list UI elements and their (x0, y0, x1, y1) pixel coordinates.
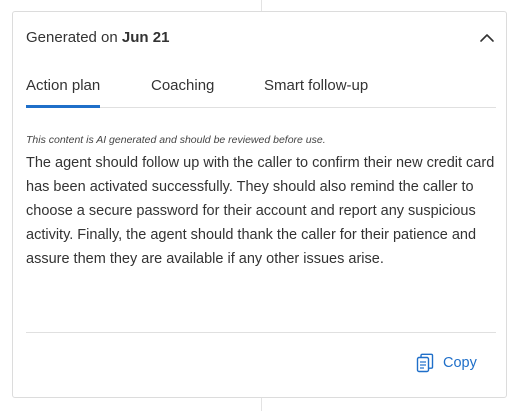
action-plan-text: The agent should follow up with the call… (26, 155, 495, 267)
footer-divider (26, 332, 496, 333)
ai-summary-card: Generated on Jun 21 Action plan Coaching… (12, 11, 507, 398)
tab-panel-action-plan: This content is AI generated and should … (26, 132, 496, 271)
generated-date: Jun 21 (121, 29, 170, 46)
collapse-button[interactable] (477, 28, 497, 46)
card-header: Generated on Jun 21 (13, 12, 506, 62)
generated-on-text: Generated on Jun 21 (26, 28, 169, 48)
copy-icon (416, 353, 434, 373)
copy-button[interactable]: Copy (416, 352, 477, 374)
tab-bar: Action plan Coaching Smart follow-up (26, 70, 496, 108)
copy-label: Copy (443, 355, 477, 371)
generated-prefix: Generated on (26, 29, 118, 46)
tab-smart-follow-up[interactable]: Smart follow-up (264, 76, 368, 96)
chevron-up-icon (480, 34, 494, 42)
tab-action-plan[interactable]: Action plan (26, 76, 101, 108)
tab-coaching[interactable]: Coaching (151, 76, 214, 96)
ai-disclaimer: This content is AI generated and should … (26, 134, 326, 146)
